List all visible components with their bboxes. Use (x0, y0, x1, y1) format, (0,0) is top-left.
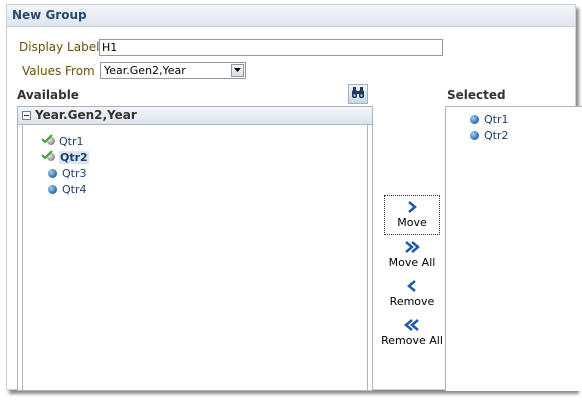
bullet-icon (470, 114, 479, 124)
tree-item-label: Qtr1 (59, 134, 84, 148)
tree-item[interactable]: Qtr3 (48, 165, 87, 181)
checked-bullet-icon (41, 134, 57, 146)
tree-item[interactable]: Qtr1 (41, 133, 84, 149)
bullet-icon (48, 184, 57, 194)
dialog-title: New Group (12, 8, 87, 22)
values-from-label: Values From (22, 64, 95, 78)
title-bar: New Group (7, 5, 575, 27)
bullet-icon (48, 168, 57, 178)
tree-item-label: Qtr3 (62, 166, 87, 180)
tree-item-label: Qtr2 (59, 150, 89, 164)
selected-item-label: Qtr2 (484, 128, 509, 142)
collapse-icon[interactable] (22, 111, 31, 120)
binoculars-icon (351, 86, 365, 102)
display-label-label: Display Label (19, 40, 100, 54)
tree-item[interactable]: Qtr4 (48, 181, 87, 197)
values-from-value: Year.Gen2,Year (104, 64, 186, 77)
tree-item-label: Qtr4 (62, 182, 87, 196)
selected-item-label: Qtr1 (484, 112, 509, 126)
checked-bullet-icon (41, 150, 57, 162)
selected-item[interactable]: Qtr1 (470, 111, 509, 127)
tree-item-selected[interactable]: Qtr2 (41, 149, 89, 165)
selected-title: Selected (447, 88, 506, 102)
display-label-input[interactable] (99, 39, 443, 56)
chevron-right-icon (408, 201, 417, 213)
bullet-icon (470, 130, 479, 140)
tree-header-label: Year.Gen2,Year (35, 108, 137, 122)
values-from-select[interactable]: Year.Gen2,Year (100, 62, 246, 79)
remove-label: Remove (389, 295, 435, 308)
move-button[interactable]: Move (384, 195, 440, 235)
double-chevron-left-icon (404, 319, 419, 331)
move-all-label: Move All (388, 256, 436, 269)
selected-panel: Qtr1 Qtr2 (445, 106, 582, 391)
move-label: Move (397, 216, 427, 229)
chevron-down-icon[interactable] (231, 64, 244, 77)
tree-header[interactable]: Year.Gen2,Year (18, 107, 372, 125)
chevron-left-icon (407, 280, 416, 292)
selected-item[interactable]: Qtr2 (470, 127, 509, 143)
available-panel: Year.Gen2,Year Qtr1 Qtr2 Qtr3 Qtr4 (17, 106, 373, 391)
double-chevron-right-icon (405, 241, 420, 253)
remove-all-label: Remove All (381, 334, 443, 347)
move-all-button[interactable]: Move All (384, 240, 440, 269)
remove-button[interactable]: Remove (384, 279, 440, 308)
search-button[interactable] (348, 84, 368, 104)
remove-all-button[interactable]: Remove All (380, 318, 444, 347)
new-group-dialog: New Group Display Label Values From Year… (6, 4, 582, 391)
available-title: Available (17, 88, 79, 102)
available-list: Qtr1 Qtr2 Qtr3 Qtr4 (22, 125, 368, 390)
